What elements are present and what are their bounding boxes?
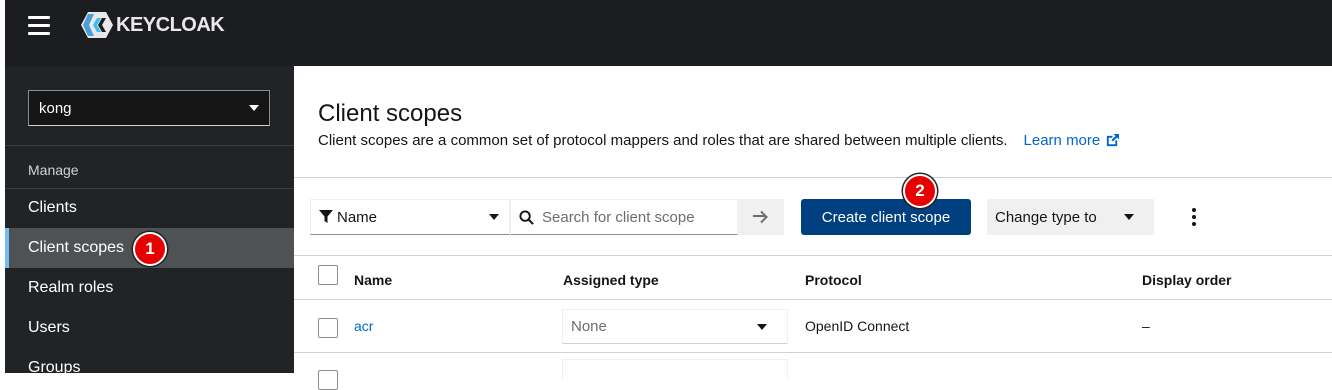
- main-content: Client scopes Client scopes are a common…: [294, 66, 1332, 390]
- row-display-order: –: [1142, 318, 1150, 334]
- step-badge-1: 1: [133, 232, 167, 266]
- sidebar-item-realm-roles[interactable]: Realm roles: [5, 268, 294, 308]
- toolbar-divider: [294, 255, 1332, 256]
- arrow-right-icon: [753, 210, 768, 224]
- assigned-type-value: None: [571, 318, 607, 335]
- filter-attribute-select[interactable]: Name: [310, 199, 510, 235]
- header-divider: [294, 177, 1332, 178]
- sidebar-item-label: Groups: [28, 359, 81, 376]
- sidebar-item-users[interactable]: Users: [5, 308, 294, 348]
- filter-attribute-value: Name: [337, 208, 378, 226]
- search-submit-button[interactable]: [738, 199, 784, 235]
- chevron-down-icon: [489, 214, 499, 220]
- hamburger-menu-icon[interactable]: [28, 16, 50, 38]
- row-checkbox[interactable]: [318, 370, 338, 390]
- realm-selector-value: kong: [39, 99, 72, 117]
- column-header-display-order: Display order: [1142, 272, 1232, 288]
- row-checkbox[interactable]: [318, 318, 338, 338]
- create-client-scope-button[interactable]: Create client scope: [801, 199, 971, 235]
- step-badge-2: 2: [903, 174, 937, 208]
- page-title: Client scopes: [318, 100, 463, 127]
- learn-more-label: Learn more: [1023, 132, 1101, 149]
- learn-more-link[interactable]: Learn more: [1024, 132, 1121, 149]
- select-all-checkbox[interactable]: [318, 265, 338, 285]
- sidebar-item-clients[interactable]: Clients: [5, 188, 294, 228]
- realm-selector[interactable]: kong: [28, 90, 270, 126]
- row-name-link[interactable]: acr: [354, 318, 373, 334]
- sidebar-item-label: Client scopes: [28, 239, 125, 256]
- sidebar-item-groups[interactable]: Groups: [5, 348, 294, 388]
- search-input[interactable]: [542, 208, 732, 226]
- page-description: Client scopes are a common set of protoc…: [318, 132, 1120, 149]
- external-link-icon: [1107, 133, 1120, 147]
- sidebar: kong Manage Clients Client scopes Realm …: [0, 66, 294, 376]
- page-description-text: Client scopes are a common set of protoc…: [318, 132, 1008, 149]
- search-icon: [519, 209, 534, 225]
- chevron-down-icon: [249, 105, 259, 111]
- masthead: KEYCLOAK: [0, 0, 1332, 66]
- nav-divider: [5, 145, 294, 146]
- nav-section-manage: Manage: [28, 162, 79, 178]
- masthead-edge: [0, 0, 5, 66]
- sidebar-item-label: Users: [28, 319, 70, 336]
- column-header-assigned-type: Assigned type: [563, 272, 659, 288]
- keycloak-logo-icon: [81, 12, 113, 38]
- table-row-divider: [294, 352, 1332, 353]
- sidebar-item-label: Realm roles: [28, 279, 114, 296]
- kebab-menu-icon[interactable]: [1183, 206, 1205, 228]
- column-header-name[interactable]: Name: [354, 272, 392, 288]
- chevron-down-icon: [757, 323, 767, 330]
- column-header-protocol: Protocol: [805, 272, 862, 288]
- change-type-dropdown[interactable]: Change type to: [987, 199, 1154, 235]
- brand-wordmark: KEYCLOAK: [116, 13, 225, 36]
- search-box[interactable]: [510, 199, 738, 235]
- filter-icon: [319, 210, 333, 223]
- assigned-type-select[interactable]: None: [562, 309, 788, 344]
- chevron-down-icon: [1124, 214, 1134, 220]
- change-type-label: Change type to: [995, 208, 1097, 226]
- table-header-divider: [294, 299, 1332, 300]
- keycloak-logo[interactable]: KEYCLOAK: [80, 10, 225, 40]
- row-protocol: OpenID Connect: [805, 318, 910, 334]
- sidebar-item-label: Clients: [28, 199, 77, 216]
- assigned-type-select[interactable]: [562, 359, 788, 379]
